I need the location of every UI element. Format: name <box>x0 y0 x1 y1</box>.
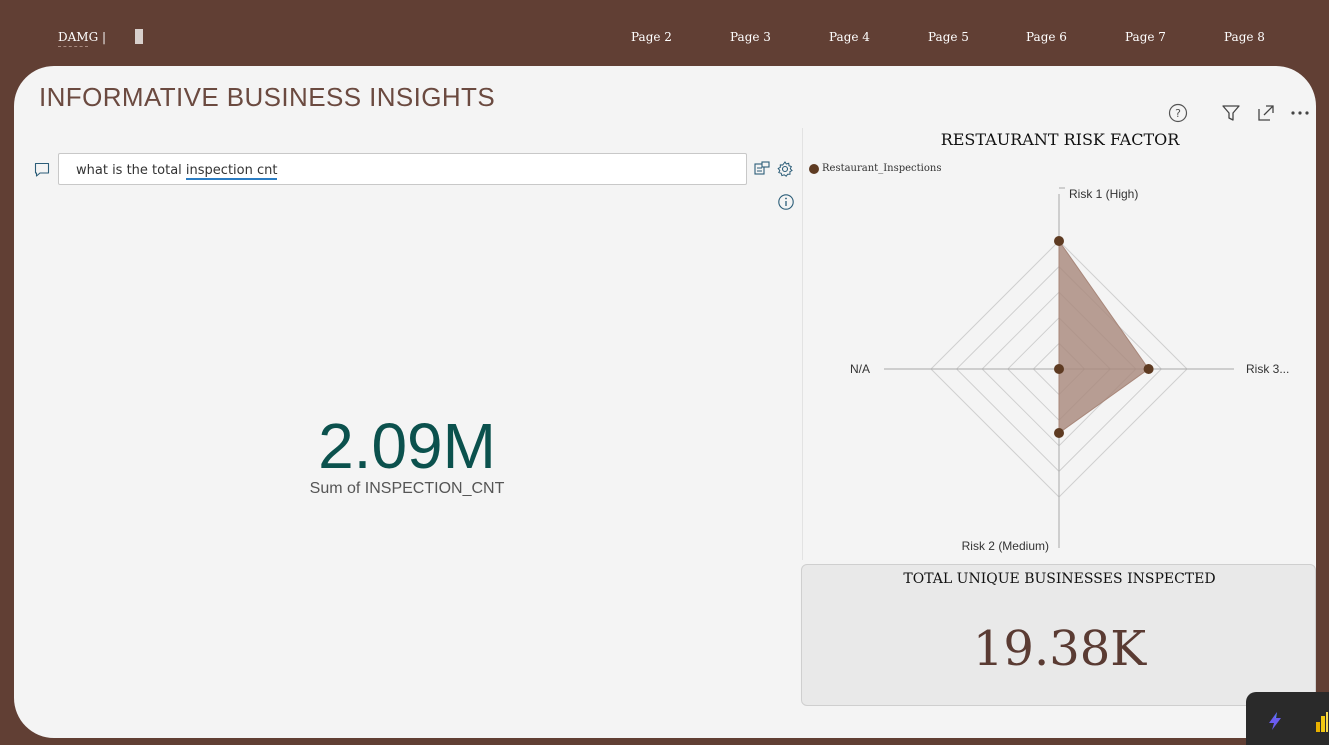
text-cursor <box>135 29 143 44</box>
qa-query-text: what is the total <box>76 163 186 178</box>
unique-businesses-title: TOTAL UNIQUE BUSINESSES INSPECTED <box>903 571 1216 587</box>
radar-data-point <box>1054 428 1064 438</box>
brand-underline <box>58 46 88 47</box>
convert-icon[interactable] <box>753 160 771 178</box>
inspection-count-value: 2.09M <box>318 410 496 482</box>
filter-icon[interactable] <box>1217 99 1245 127</box>
svg-text:?: ? <box>1175 107 1181 120</box>
restaurant-risk-radar-chart: RESTAURANT RISK FACTOR Restaurant_Inspec… <box>802 128 1316 560</box>
info-icon[interactable] <box>777 193 795 211</box>
help-icon[interactable]: ? <box>1164 99 1192 127</box>
report-canvas: INFORMATIVE BUSINESS INSIGHTS ? what is … <box>14 66 1316 738</box>
radar-series-area <box>1058 239 1150 434</box>
chat-icon <box>34 162 50 182</box>
radar-data-point <box>1143 364 1154 374</box>
radar-axis-label: Risk 3... <box>1246 362 1289 376</box>
more-options-icon[interactable] <box>1286 99 1314 127</box>
top-navigation: DAMG | Page 2 Page 3 Page 4 Page 5 Page … <box>0 0 1329 66</box>
brand-label: DAMG | <box>58 30 107 44</box>
qa-question-input[interactable]: what is the total inspection cnt <box>58 153 747 185</box>
qa-query-highlight: inspection cnt <box>185 163 278 180</box>
radar-plot: Risk 1 (High) Risk 3... Risk 2 (Medium) N/A <box>850 187 1289 553</box>
nav-page-3[interactable]: Page 3 <box>730 30 771 44</box>
radar-axis-label: N/A <box>850 362 870 376</box>
nav-page-7[interactable]: Page 7 <box>1125 30 1166 44</box>
nav-page-5[interactable]: Page 5 <box>928 30 969 44</box>
nav-page-2[interactable]: Page 2 <box>631 30 672 44</box>
nav-page-4[interactable]: Page 4 <box>829 30 870 44</box>
copilot-icon[interactable] <box>1264 710 1286 736</box>
focus-mode-icon[interactable] <box>1252 99 1280 127</box>
radar-data-point <box>1054 364 1064 374</box>
settings-icon[interactable] <box>776 160 794 178</box>
radar-data-point <box>1054 236 1064 246</box>
unique-businesses-value: 19.38K <box>972 621 1147 677</box>
unique-businesses-card: TOTAL UNIQUE BUSINESSES INSPECTED 19.38K <box>801 564 1316 706</box>
nav-page-8[interactable]: Page 8 <box>1224 30 1265 44</box>
inspection-count-label: Sum of INSPECTION_CNT <box>309 480 505 497</box>
radar-axis-label: Risk 2 (Medium) <box>962 539 1049 553</box>
power-bi-icon[interactable] <box>1316 712 1329 738</box>
nav-page-6[interactable]: Page 6 <box>1026 30 1067 44</box>
page-title: INFORMATIVE BUSINESS INSIGHTS <box>39 82 496 112</box>
radar-axis-label: Risk 1 (High) <box>1069 187 1138 201</box>
